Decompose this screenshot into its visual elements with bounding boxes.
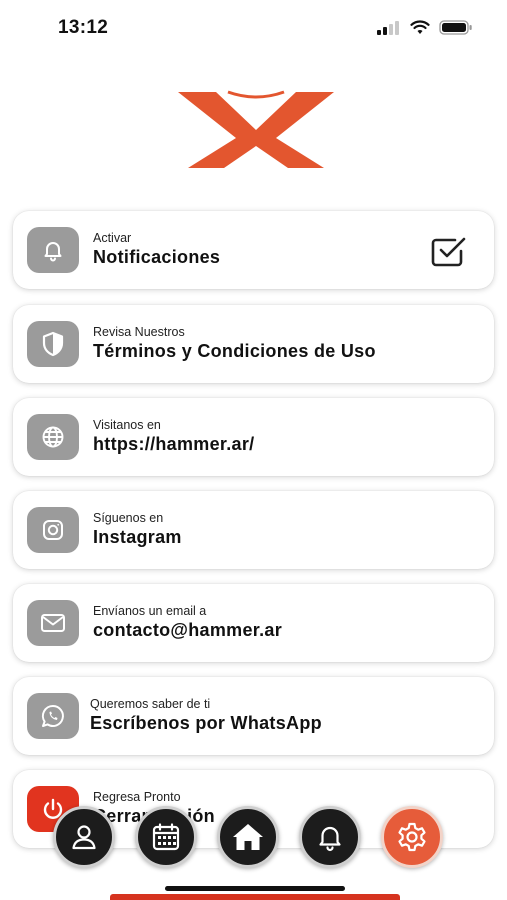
card-icon-box xyxy=(27,321,79,367)
mail-icon xyxy=(41,614,65,632)
card-title: Instagram xyxy=(93,527,182,547)
instagram-icon xyxy=(43,520,63,540)
shield-icon xyxy=(42,331,64,357)
terms-card[interactable]: Revisa Nuestros Términos y Condiciones d… xyxy=(13,305,494,383)
email-card[interactable]: Envíanos un email a contacto@hammer.ar xyxy=(13,584,494,662)
card-icon-box xyxy=(27,227,79,273)
home-icon xyxy=(233,824,263,850)
status-time: 13:12 xyxy=(58,17,109,38)
hammer-logo xyxy=(178,90,334,168)
card-subtitle: Visitanos en xyxy=(93,418,161,432)
card-subtitle: Envíanos un email a xyxy=(93,604,207,618)
card-subtitle: Revisa Nuestros xyxy=(93,325,185,339)
card-title: https://hammer.ar/ xyxy=(93,434,255,454)
nav-settings-button[interactable] xyxy=(381,806,443,868)
card-subtitle: Síguenos en xyxy=(93,511,164,525)
bell-icon xyxy=(319,826,341,852)
nav-notifications-button[interactable] xyxy=(299,806,361,868)
nav-home-button[interactable] xyxy=(217,806,279,868)
card-title: Términos y Condiciones de Uso xyxy=(93,341,376,361)
status-icons xyxy=(377,20,473,35)
card-title: Notificaciones xyxy=(93,247,221,267)
card-subtitle: Activar xyxy=(93,231,132,245)
user-icon xyxy=(72,825,96,850)
wifi-icon xyxy=(410,20,430,34)
card-icon-box xyxy=(27,414,79,460)
card-title: contacto@hammer.ar xyxy=(93,620,283,640)
bell-icon xyxy=(44,242,62,262)
status-bar: 13:12 xyxy=(0,0,507,56)
card-subtitle: Queremos saber de ti xyxy=(90,697,211,711)
card-title: Escríbenos por WhatsApp xyxy=(90,713,322,733)
signal-icon xyxy=(377,20,399,35)
card-icon-box xyxy=(27,507,79,553)
card-icon-box xyxy=(27,600,79,646)
home-indicator xyxy=(165,886,345,891)
gear-icon xyxy=(398,822,426,852)
nav-profile-button[interactable] xyxy=(53,806,115,868)
bottom-red-strip xyxy=(110,894,400,900)
globe-icon xyxy=(42,426,64,448)
bottom-nav xyxy=(53,806,453,868)
whatsapp-icon xyxy=(41,704,64,727)
instagram-card[interactable]: Síguenos en Instagram xyxy=(13,491,494,569)
checkbox-checked-icon[interactable] xyxy=(431,235,467,267)
card-subtitle: Regresa Pronto xyxy=(93,790,181,804)
calendar-icon xyxy=(152,823,180,851)
card-icon-box xyxy=(27,693,79,739)
notifications-card[interactable]: Activar Notificaciones xyxy=(13,211,494,289)
nav-calendar-button[interactable] xyxy=(135,806,197,868)
battery-icon xyxy=(439,20,472,35)
whatsapp-card[interactable]: Queremos saber de ti Escríbenos por What… xyxy=(13,677,494,755)
website-card[interactable]: Visitanos en https://hammer.ar/ xyxy=(13,398,494,476)
